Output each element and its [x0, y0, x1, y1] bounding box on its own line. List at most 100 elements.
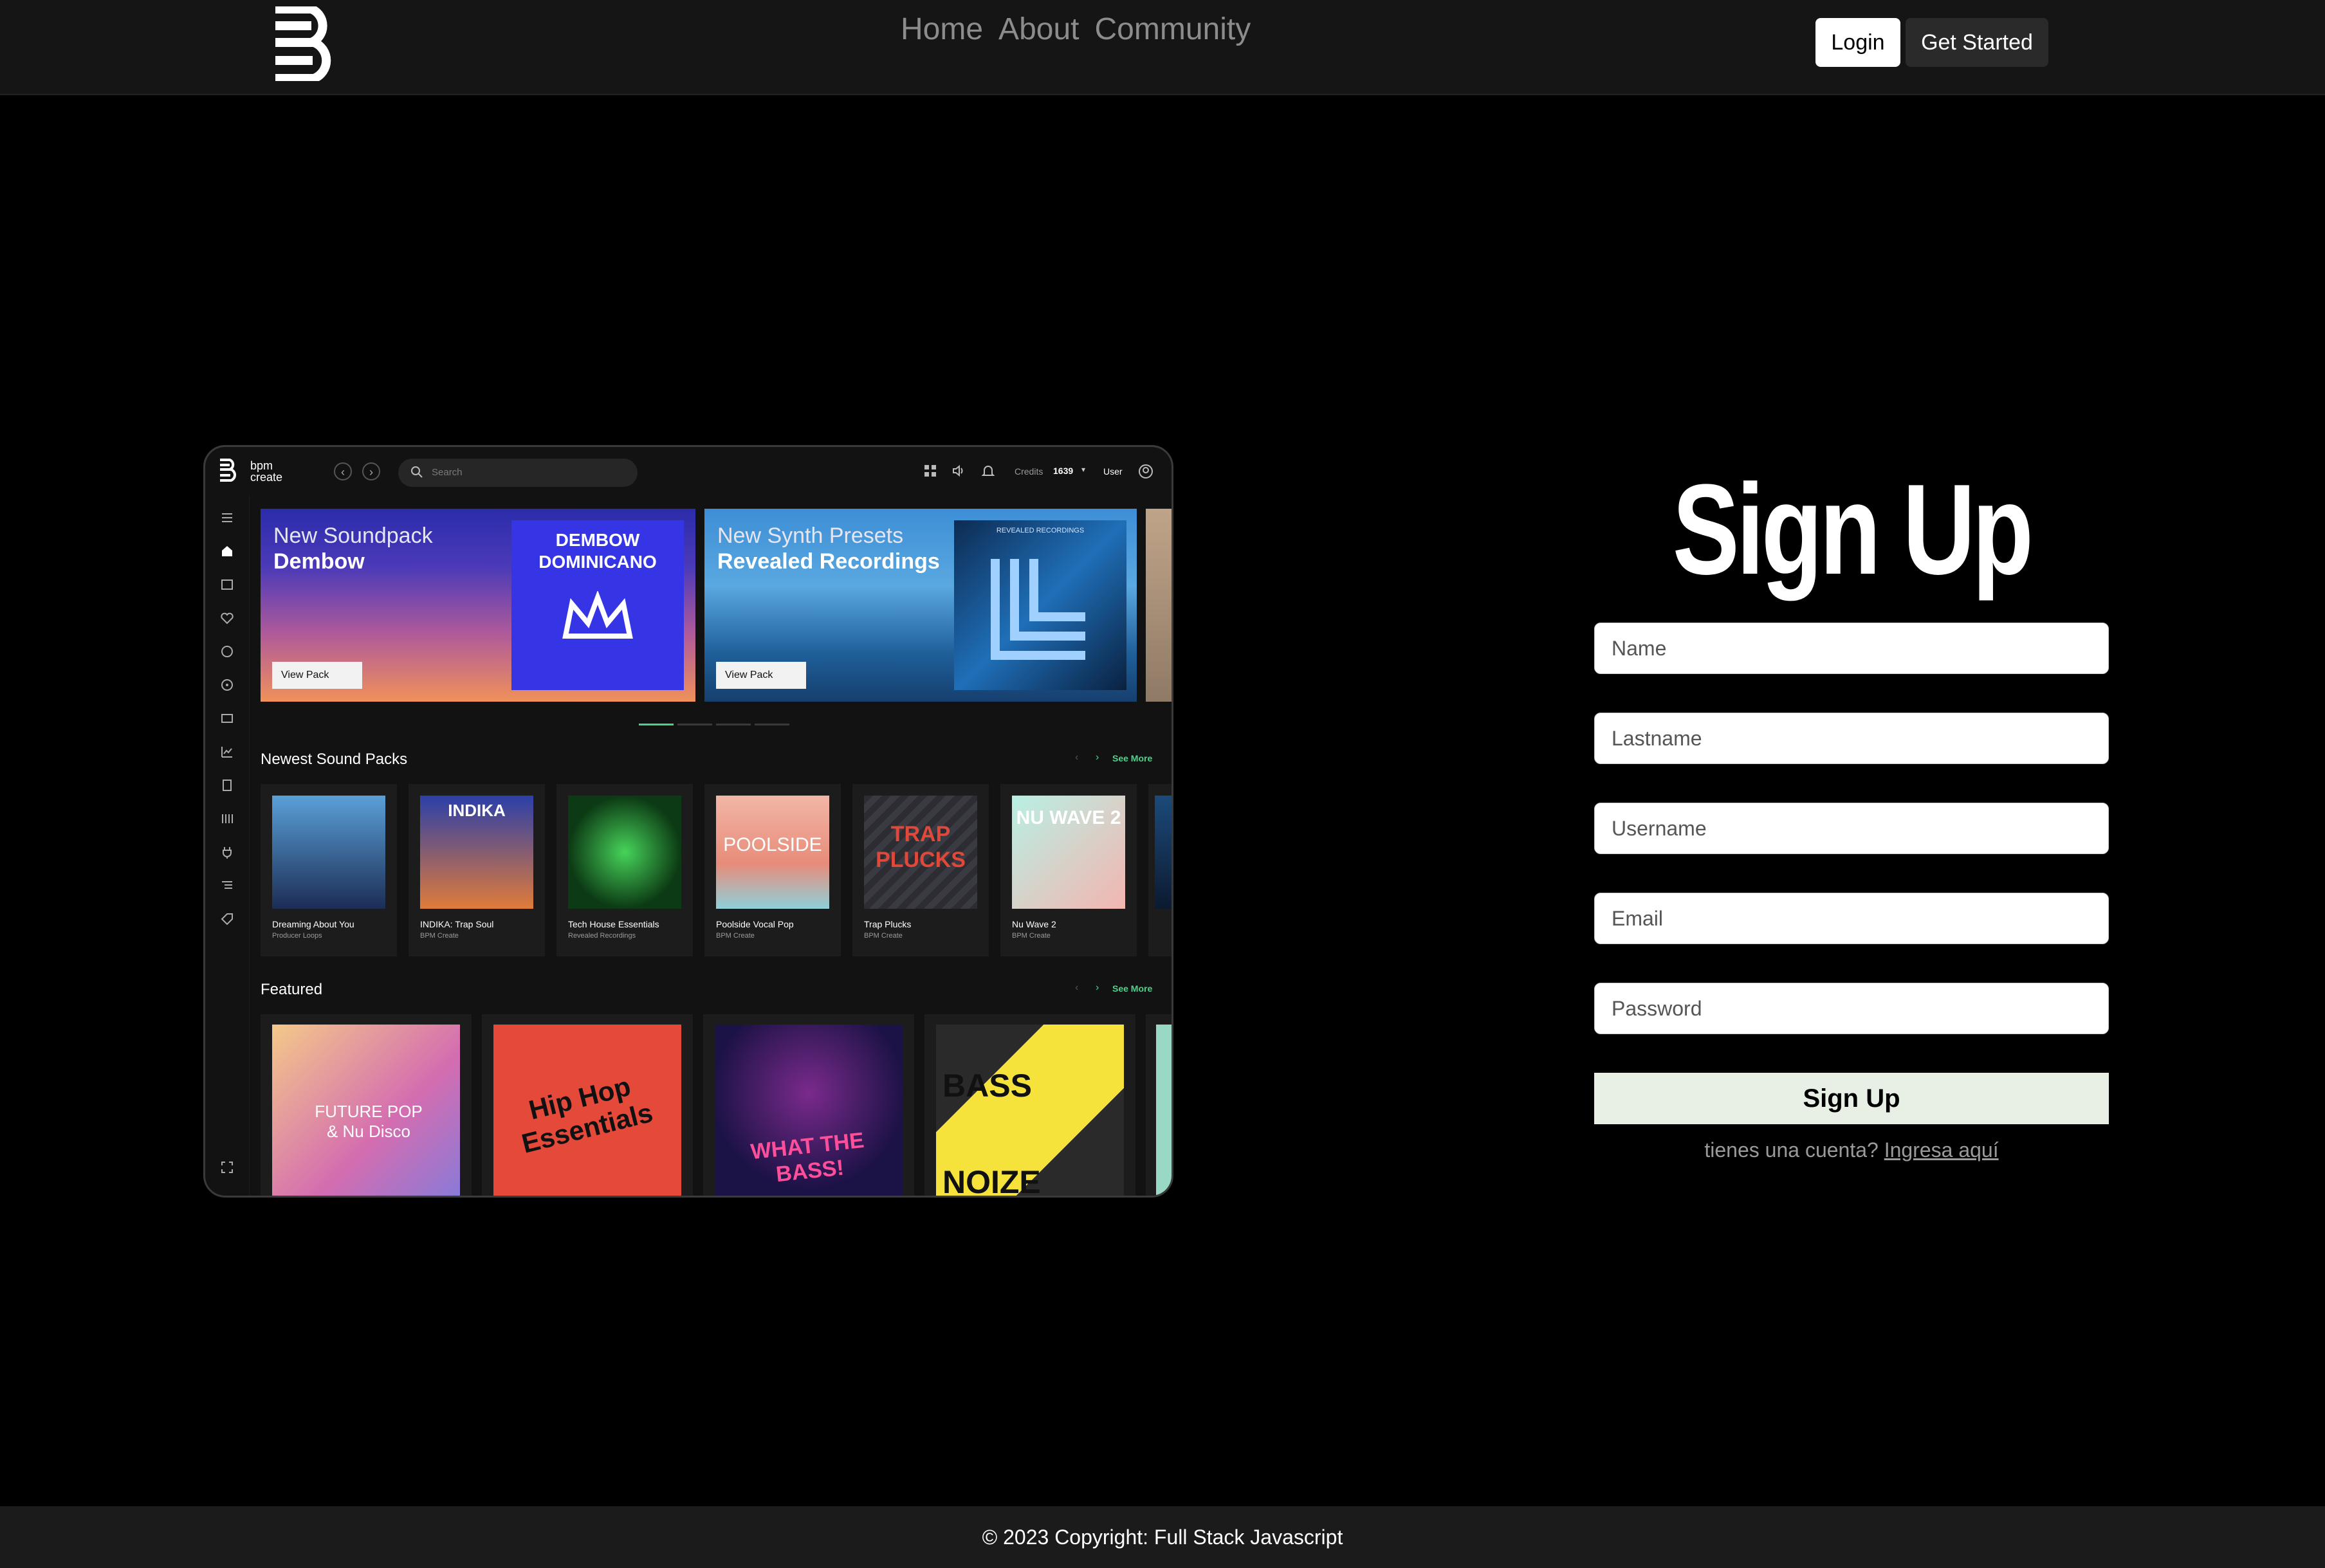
- featured-cover-text: WHAT THE BASS!: [749, 1127, 865, 1187]
- preview-disc-icon: [221, 679, 233, 691]
- pack-label: BPM Create: [864, 932, 903, 940]
- brand-logo-icon[interactable]: [271, 6, 336, 81]
- lastname-input[interactable]: [1594, 713, 2109, 764]
- password-input[interactable]: [1594, 983, 2109, 1034]
- view-pack-button: View Pack: [716, 662, 806, 689]
- featured-cover-text: FUTURE POP & Nu Disco: [315, 1102, 423, 1141]
- featured-cover: [1156, 1025, 1172, 1196]
- pack-cover: TRAP PLUCKS: [864, 796, 977, 909]
- pack-label: BPM Create: [1012, 932, 1051, 940]
- featured-cover: FUTURE POP & Nu Disco: [272, 1025, 460, 1196]
- featured-cover: WHAT THE BASS!: [715, 1025, 903, 1196]
- preview-doc-icon: [223, 779, 232, 791]
- banner-line2: Revealed Recordings: [717, 549, 940, 574]
- preview-menu-icon: [222, 513, 232, 522]
- pack-card: Tech House Essentials Revealed Recording…: [556, 784, 693, 956]
- pack-label: BPM Create: [716, 932, 755, 940]
- preview-search: Search: [398, 459, 638, 487]
- preview-credits-label: Credits: [1015, 466, 1043, 477]
- pack-cover-text: POOLSIDE: [723, 834, 822, 855]
- pack-title: Dreaming About You: [272, 919, 354, 929]
- preview-avatar-icon: [1139, 464, 1153, 479]
- email-input[interactable]: [1594, 893, 2109, 944]
- banner-line1: New Soundpack: [273, 524, 433, 548]
- pack-card: TRAP PLUCKS Trap Plucks BPM Create: [852, 784, 989, 956]
- featured-cover: BASS NOIZE: [936, 1025, 1124, 1196]
- banner-line1: New Synth Presets: [717, 524, 904, 548]
- preview-plugin-icon: [223, 847, 232, 859]
- preview-user-label: User: [1103, 466, 1123, 477]
- featured-card-partial: [1146, 1014, 1172, 1196]
- preview-tag-icon: [221, 579, 233, 590]
- featured-card: FUTURE POP & Nu Disco: [261, 1014, 472, 1196]
- preview-banner-dembow: New Soundpack Dembow View Pack DEMBOW DO…: [261, 509, 695, 702]
- see-more-link: See More: [1112, 983, 1153, 994]
- pack-card: Dreaming About You Producer Loops: [261, 784, 397, 956]
- app-preview-screenshot: bpm create ‹ › Search Credits 1639 ▾ Use…: [203, 445, 1173, 1198]
- pack-cover-text: NU WAVE 2: [1016, 807, 1121, 828]
- banner-title: New Synth Presets Revealed Recordings: [717, 523, 940, 574]
- login-link[interactable]: Ingresa aquí: [1884, 1138, 1999, 1162]
- pack-title: INDIKA: Trap Soul: [420, 919, 494, 929]
- newest-packs-title: Newest Sound Packs: [261, 751, 408, 768]
- featured-cover-text: BASS NOIZE: [942, 1068, 1041, 1198]
- pagination-dot: [677, 724, 712, 725]
- preview-bell-icon: [981, 466, 995, 476]
- banner-line2: Dembow: [273, 549, 365, 574]
- pack-cover: [1155, 796, 1172, 909]
- pagination-dot-active: [639, 724, 674, 725]
- footer-copyright: © 2023 Copyright: Full Stack Javascript: [982, 1526, 1343, 1549]
- pack-cover: [272, 796, 385, 909]
- preview-search-icon: [411, 466, 423, 478]
- pack-cover: [568, 796, 681, 909]
- preview-piano-icon: [222, 814, 233, 823]
- preview-banner-next: [1146, 509, 1172, 702]
- pack-card: NU WAVE 2 Nu Wave 2 BPM Create: [1000, 784, 1137, 956]
- preview-heart-icon: [221, 612, 234, 624]
- preview-clock-icon: [221, 646, 233, 657]
- pack-card: POOLSIDE Poolside Vocal Pop BPM Create: [704, 784, 841, 956]
- nav-link-community[interactable]: Community: [1094, 12, 1251, 47]
- signup-submit-button[interactable]: Sign Up: [1594, 1073, 2109, 1124]
- preview-caret-icon: ▾: [1081, 465, 1086, 474]
- crown-icon: [562, 591, 633, 639]
- banner-pagination: [639, 724, 789, 725]
- pack-title: Nu Wave 2: [1012, 919, 1056, 929]
- footer: © 2023 Copyright: Full Stack Javascript: [0, 1506, 2325, 1568]
- preview-logo-icon: [220, 459, 236, 482]
- login-button[interactable]: Login: [1815, 18, 1900, 67]
- pack-title: Poolside Vocal Pop: [716, 919, 794, 929]
- pack-card-partial: [1148, 784, 1172, 956]
- pack-card: INDIKA INDIKA: Trap Soul BPM Create: [409, 784, 545, 956]
- featured-cover-text: Hip Hop Essentials: [519, 1070, 656, 1159]
- featured-cover: Hip Hop Essentials: [493, 1025, 681, 1196]
- pack-cover-text: INDIKA: [448, 801, 506, 820]
- preview-grid-icon: [924, 465, 936, 477]
- banner-art-text: DEMBOW DOMINICANO: [538, 530, 657, 572]
- preview-brand-line2: create: [250, 471, 283, 484]
- revealed-logo-icon: [991, 559, 1085, 660]
- preview-list-icon: [222, 881, 232, 889]
- login-hint-text: tienes una cuenta?: [1704, 1138, 1879, 1162]
- preview-label-icon: [221, 913, 233, 925]
- main-nav: Home About Community: [901, 12, 1251, 47]
- pack-label: Producer Loops: [272, 932, 322, 940]
- username-input[interactable]: [1594, 803, 2109, 854]
- featured-title: Featured: [261, 981, 323, 998]
- preview-brand: bpm create: [250, 460, 282, 483]
- featured-card: WHAT THE BASS!: [703, 1014, 914, 1196]
- banner-title: New Soundpack Dembow: [273, 523, 433, 574]
- next-arrow-icon: ›: [1096, 982, 1099, 993]
- pack-cover: INDIKA: [420, 796, 533, 909]
- preview-forward-icon: ›: [362, 462, 380, 480]
- pack-cover: NU WAVE 2: [1012, 796, 1125, 909]
- preview-search-placeholder: Search: [432, 467, 463, 478]
- name-input[interactable]: [1594, 623, 2109, 674]
- get-started-button[interactable]: Get Started: [1906, 18, 2048, 67]
- featured-card: BASS NOIZE: [924, 1014, 1135, 1196]
- nav-link-about[interactable]: About: [998, 12, 1079, 47]
- pagination-dot: [755, 724, 789, 725]
- pack-cover: POOLSIDE: [716, 796, 829, 909]
- nav-link-home[interactable]: Home: [901, 12, 983, 47]
- prev-arrow-icon: ‹: [1075, 982, 1079, 993]
